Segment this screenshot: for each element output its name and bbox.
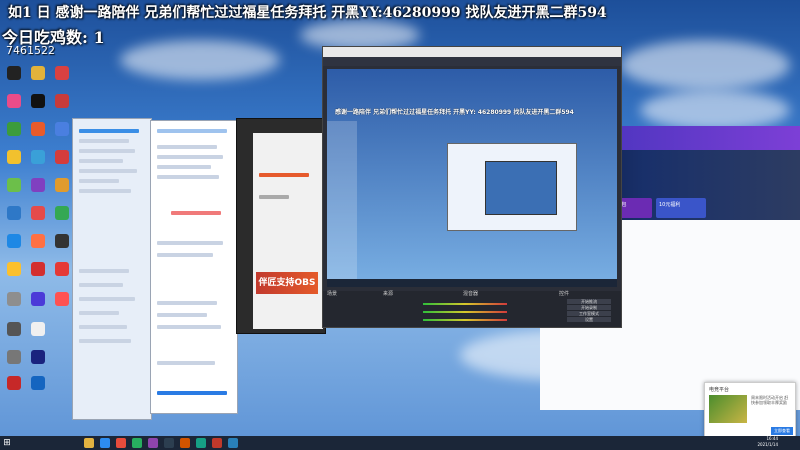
- settings-button[interactable]: 设置: [567, 317, 611, 322]
- obs-menubar[interactable]: [323, 57, 621, 66]
- marquee-text: 如1 日 感谢一路陪伴 兄弟们帮忙过过福星任务拜托 开黑YY:46280999 …: [8, 5, 607, 21]
- notification-toast[interactable]: 电竞平台 周末限时活动开启 赶快参加领取丰厚奖励 立即查看: [704, 382, 796, 440]
- obs-titlebar[interactable]: [323, 47, 621, 57]
- chat-window[interactable]: [150, 120, 238, 414]
- desktop-icon[interactable]: [26, 376, 50, 390]
- obs-docks: 场景 来源 混音器 控件 开始推流 开始录制 工作室模式 设置: [323, 291, 621, 327]
- desktop-icon[interactable]: [2, 66, 26, 80]
- obs-preview[interactable]: 感谢一路陪伴 兄弟们帮忙过过福星任务拜托 开黑YY: 46280999 找队友进…: [327, 69, 617, 287]
- taskbar-app-icon[interactable]: [212, 438, 222, 448]
- desktop-icon[interactable]: [26, 66, 50, 80]
- desktop-icon[interactable]: [26, 322, 50, 336]
- start-recording-button[interactable]: 开始录制: [567, 305, 611, 310]
- desktop-icon[interactable]: [50, 122, 74, 136]
- desktop-icon[interactable]: [2, 122, 26, 136]
- contact-list-window[interactable]: [72, 118, 152, 420]
- desktop-icon[interactable]: [26, 262, 50, 276]
- desktop-icon[interactable]: [2, 150, 26, 164]
- desktop-icon[interactable]: [50, 234, 74, 248]
- room-id: 7461522: [6, 44, 55, 57]
- desktop-icon[interactable]: [26, 122, 50, 136]
- desktop-icon[interactable]: [26, 178, 50, 192]
- obs-window[interactable]: 感谢一路陪伴 兄弟们帮忙过过福星任务拜托 开黑YY: 46280999 找队友进…: [322, 46, 622, 328]
- taskbar-clock[interactable]: 16:44 2021/1/14: [757, 436, 778, 448]
- phone-screen: [253, 133, 323, 329]
- audio-meter: [423, 303, 507, 305]
- desktop-icon[interactable]: [2, 178, 26, 192]
- taskbar-app-icon[interactable]: [132, 438, 142, 448]
- desktop-icon[interactable]: [2, 292, 26, 306]
- desktop-icon[interactable]: [26, 350, 50, 364]
- taskbar-app-icon[interactable]: [164, 438, 174, 448]
- game-card[interactable]: 10元福利: [656, 198, 706, 218]
- desktop-icon[interactable]: [2, 376, 26, 390]
- audio-meter: [423, 311, 507, 313]
- desktop-icon[interactable]: [26, 150, 50, 164]
- taskbar-app-icon[interactable]: [228, 438, 238, 448]
- desktop-icon[interactable]: [2, 322, 26, 336]
- taskbar-app-icon[interactable]: [196, 438, 206, 448]
- phone-mirror-window[interactable]: [236, 118, 326, 334]
- taskbar-app-icon[interactable]: [84, 438, 94, 448]
- windows-icon[interactable]: ⊞: [2, 438, 12, 448]
- desktop-icon[interactable]: [50, 206, 74, 220]
- nested-obs-preview-inner: [485, 161, 557, 215]
- desktop-icon[interactable]: [2, 234, 26, 248]
- stream-overlay: 如1 日 感谢一路陪伴 兄弟们帮忙过过福星任务拜托 开黑YY:46280999 …: [0, 0, 800, 24]
- desktop-icon[interactable]: [50, 292, 74, 306]
- desktop-icon[interactable]: [2, 206, 26, 220]
- desktop-icon[interactable]: [26, 206, 50, 220]
- desktop-icon-area: [0, 60, 72, 420]
- taskbar-app-icon[interactable]: [100, 438, 110, 448]
- toast-app-name: 电竞平台: [709, 387, 730, 393]
- phone-banner[interactable]: 伴匠支持OBS: [256, 272, 318, 294]
- desktop-icon[interactable]: [50, 178, 74, 192]
- phone-banner-label: 伴匠支持OBS: [258, 278, 316, 288]
- taskbar: ⊞ 16:44 2021/1/14: [0, 436, 800, 450]
- desktop-icon[interactable]: [50, 66, 74, 80]
- toast-text: 周末限时活动开启 赶快参加领取丰厚奖励: [751, 395, 789, 405]
- game-card-label: 10元福利: [659, 202, 681, 208]
- desktop-icon[interactable]: [2, 94, 26, 108]
- mixer-dock-header: 混音器: [463, 291, 479, 297]
- taskbar-app-icon[interactable]: [180, 438, 190, 448]
- desktop-icon[interactable]: [26, 234, 50, 248]
- taskbar-app-icon[interactable]: [148, 438, 158, 448]
- desktop-icon[interactable]: [50, 94, 74, 108]
- preview-desktop-icons: [327, 121, 357, 287]
- desktop-icon[interactable]: [2, 350, 26, 364]
- obs-preview-ticker: 感谢一路陪伴 兄弟们帮忙过过福星任务拜托 开黑YY: 46280999 找队友进…: [335, 109, 574, 116]
- clock-date: 2021/1/14: [757, 442, 778, 447]
- preview-taskbar: [327, 279, 617, 287]
- studio-mode-button[interactable]: 工作室模式: [567, 311, 611, 316]
- sources-dock-header: 来源: [383, 291, 394, 297]
- audio-meter: [423, 319, 507, 321]
- desktop-icon[interactable]: [50, 150, 74, 164]
- start-streaming-button[interactable]: 开始推流: [567, 299, 611, 304]
- desktop-icon[interactable]: [2, 262, 26, 276]
- desktop-icon[interactable]: [50, 262, 74, 276]
- taskbar-app-icon[interactable]: [116, 438, 126, 448]
- toast-action-button[interactable]: 立即查看: [771, 427, 793, 435]
- desktop-icon[interactable]: [26, 292, 50, 306]
- desktop-icon[interactable]: [26, 94, 50, 108]
- controls-dock-header: 控件: [559, 291, 570, 297]
- toast-image: [709, 395, 747, 423]
